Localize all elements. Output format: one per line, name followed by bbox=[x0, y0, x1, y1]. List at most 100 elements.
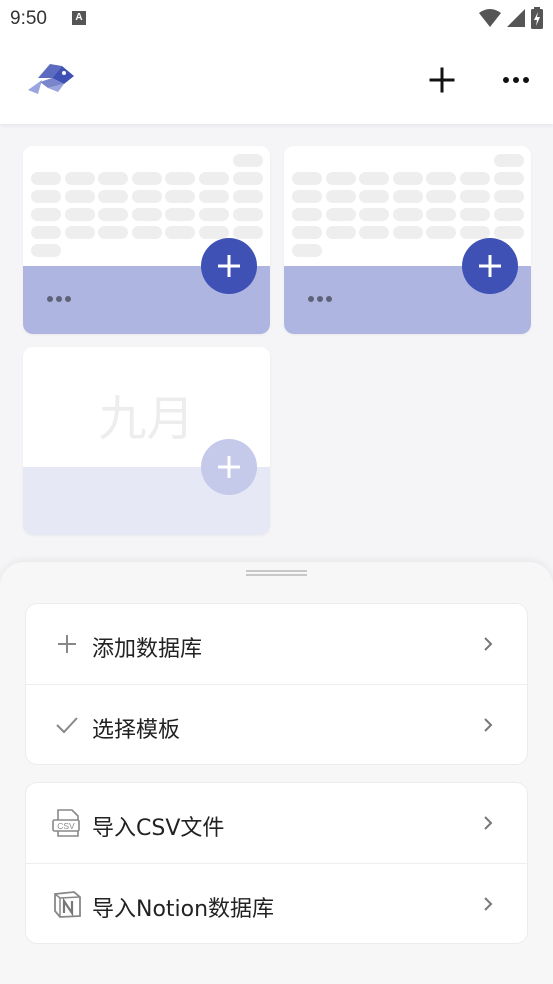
calendar-placeholder-cell bbox=[493, 190, 524, 203]
calendar-placeholder-cell bbox=[359, 172, 390, 185]
calendar-placeholder-cell bbox=[359, 190, 390, 203]
status-time: 9:50 bbox=[10, 8, 47, 29]
calendar-placeholder-cell bbox=[64, 190, 95, 203]
calendar-placeholder-cell bbox=[131, 172, 162, 185]
fish-logo-icon[interactable] bbox=[28, 60, 76, 96]
card-add-button[interactable] bbox=[201, 238, 257, 294]
card-more-button[interactable] bbox=[47, 296, 71, 302]
more-dot bbox=[503, 77, 509, 83]
calendar-placeholder-cell bbox=[392, 208, 423, 221]
calendar-placeholder-cell bbox=[292, 190, 322, 203]
calendar-placeholder-cell bbox=[131, 208, 162, 221]
calendar-placeholder-cell bbox=[232, 226, 263, 239]
calendar-placeholder-cell bbox=[64, 208, 95, 221]
chevron-right-icon bbox=[484, 718, 493, 732]
calendar-placeholder-cell bbox=[460, 190, 490, 203]
card-add-button[interactable] bbox=[201, 439, 257, 495]
chevron-right-icon bbox=[484, 897, 493, 911]
calendar-placeholder-cell bbox=[98, 172, 129, 185]
menu-item-label: 添加数据库 bbox=[92, 637, 203, 662]
calendar-placeholder-cell bbox=[392, 226, 423, 239]
notification-icon: A bbox=[72, 11, 86, 25]
wifi-icon bbox=[479, 9, 501, 27]
check-icon bbox=[52, 710, 82, 740]
status-bar: 9:50 A bbox=[0, 0, 553, 38]
calendar-placeholder-cell bbox=[199, 190, 229, 203]
calendar-placeholder-cell bbox=[98, 226, 129, 239]
calendar-placeholder-cell bbox=[493, 226, 524, 239]
calendar-placeholder-cell bbox=[325, 226, 356, 239]
chevron-right-icon bbox=[484, 637, 493, 651]
calendar-card[interactable] bbox=[284, 146, 531, 334]
card-add-button[interactable] bbox=[462, 238, 518, 294]
choose-template-item[interactable]: 选择模板 bbox=[26, 684, 527, 764]
more-dot bbox=[523, 77, 529, 83]
plus-icon bbox=[218, 255, 240, 277]
status-icons bbox=[479, 7, 543, 29]
import-csv-item[interactable]: CSV 导入CSV文件 bbox=[26, 783, 527, 863]
calendar-placeholder-cell bbox=[426, 190, 457, 203]
month-card[interactable]: 九月 bbox=[23, 347, 270, 535]
calendar-placeholder-cell bbox=[31, 244, 61, 257]
calendar-placeholder-header bbox=[493, 154, 524, 167]
calendar-placeholder-cell bbox=[131, 226, 162, 239]
more-button[interactable] bbox=[500, 64, 532, 96]
calendar-placeholder-cell bbox=[359, 226, 390, 239]
calendar-placeholder-cell bbox=[460, 172, 490, 185]
calendar-placeholder-cell bbox=[325, 172, 356, 185]
calendar-placeholder-cell bbox=[232, 208, 263, 221]
calendar-placeholder-cell bbox=[292, 226, 322, 239]
calendar-placeholder-cell bbox=[31, 172, 61, 185]
bottom-sheet: 添加数据库 选择模板 CSV 导入CSV文件 导入Notion数据库 bbox=[0, 562, 553, 984]
calendar-placeholder-cell bbox=[392, 172, 423, 185]
app-bar bbox=[0, 38, 553, 124]
calendar-placeholder-cell bbox=[325, 208, 356, 221]
calendar-placeholder-cell bbox=[98, 208, 129, 221]
plus-icon bbox=[52, 629, 82, 659]
calendar-placeholder-cell bbox=[165, 190, 196, 203]
calendar-placeholder-cell bbox=[31, 208, 61, 221]
drag-handle[interactable] bbox=[246, 570, 307, 576]
calendar-placeholder-cell bbox=[199, 208, 229, 221]
card-more-button[interactable] bbox=[308, 296, 332, 302]
svg-text:CSV: CSV bbox=[57, 821, 75, 831]
add-button[interactable] bbox=[426, 64, 458, 96]
calendar-placeholder-cell bbox=[98, 190, 129, 203]
battery-charging-icon bbox=[531, 7, 543, 29]
plus-icon bbox=[479, 255, 501, 277]
import-notion-item[interactable]: 导入Notion数据库 bbox=[26, 863, 527, 943]
calendar-card[interactable] bbox=[23, 146, 270, 334]
calendar-placeholder-cell bbox=[199, 172, 229, 185]
calendar-placeholder-cell bbox=[31, 226, 61, 239]
calendar-placeholder-cell bbox=[493, 208, 524, 221]
notion-icon bbox=[52, 889, 82, 919]
signal-icon bbox=[507, 9, 525, 27]
calendar-placeholder-cell bbox=[232, 190, 263, 203]
calendar-placeholder-cell bbox=[426, 172, 457, 185]
add-database-item[interactable]: 添加数据库 bbox=[26, 604, 527, 684]
plus-icon bbox=[218, 456, 240, 478]
calendar-placeholder-cell bbox=[392, 190, 423, 203]
csv-file-icon: CSV bbox=[52, 808, 82, 838]
calendar-placeholder-cell bbox=[460, 208, 490, 221]
calendar-placeholder-cell bbox=[165, 172, 196, 185]
calendar-placeholder-cell bbox=[165, 208, 196, 221]
calendar-placeholder-cell bbox=[232, 172, 263, 185]
calendar-placeholder-cell bbox=[426, 226, 457, 239]
calendar-placeholder-cell bbox=[292, 208, 322, 221]
calendar-placeholder-cell bbox=[460, 226, 490, 239]
calendar-placeholder-cell bbox=[64, 226, 95, 239]
calendar-placeholder-cell bbox=[292, 172, 322, 185]
menu-item-label: 选择模板 bbox=[92, 718, 181, 743]
calendar-placeholder-cell bbox=[131, 190, 162, 203]
calendar-placeholder-cell bbox=[165, 226, 196, 239]
calendar-placeholder-cell bbox=[199, 226, 229, 239]
menu-group-import: CSV 导入CSV文件 导入Notion数据库 bbox=[25, 782, 528, 944]
more-dot bbox=[513, 77, 519, 83]
calendar-placeholder-cell bbox=[325, 190, 356, 203]
calendar-placeholder-cell bbox=[359, 208, 390, 221]
calendar-placeholder-cell bbox=[493, 172, 524, 185]
calendar-placeholder-cell bbox=[426, 208, 457, 221]
calendar-placeholder-cell bbox=[64, 172, 95, 185]
calendar-placeholder-cell bbox=[31, 190, 61, 203]
